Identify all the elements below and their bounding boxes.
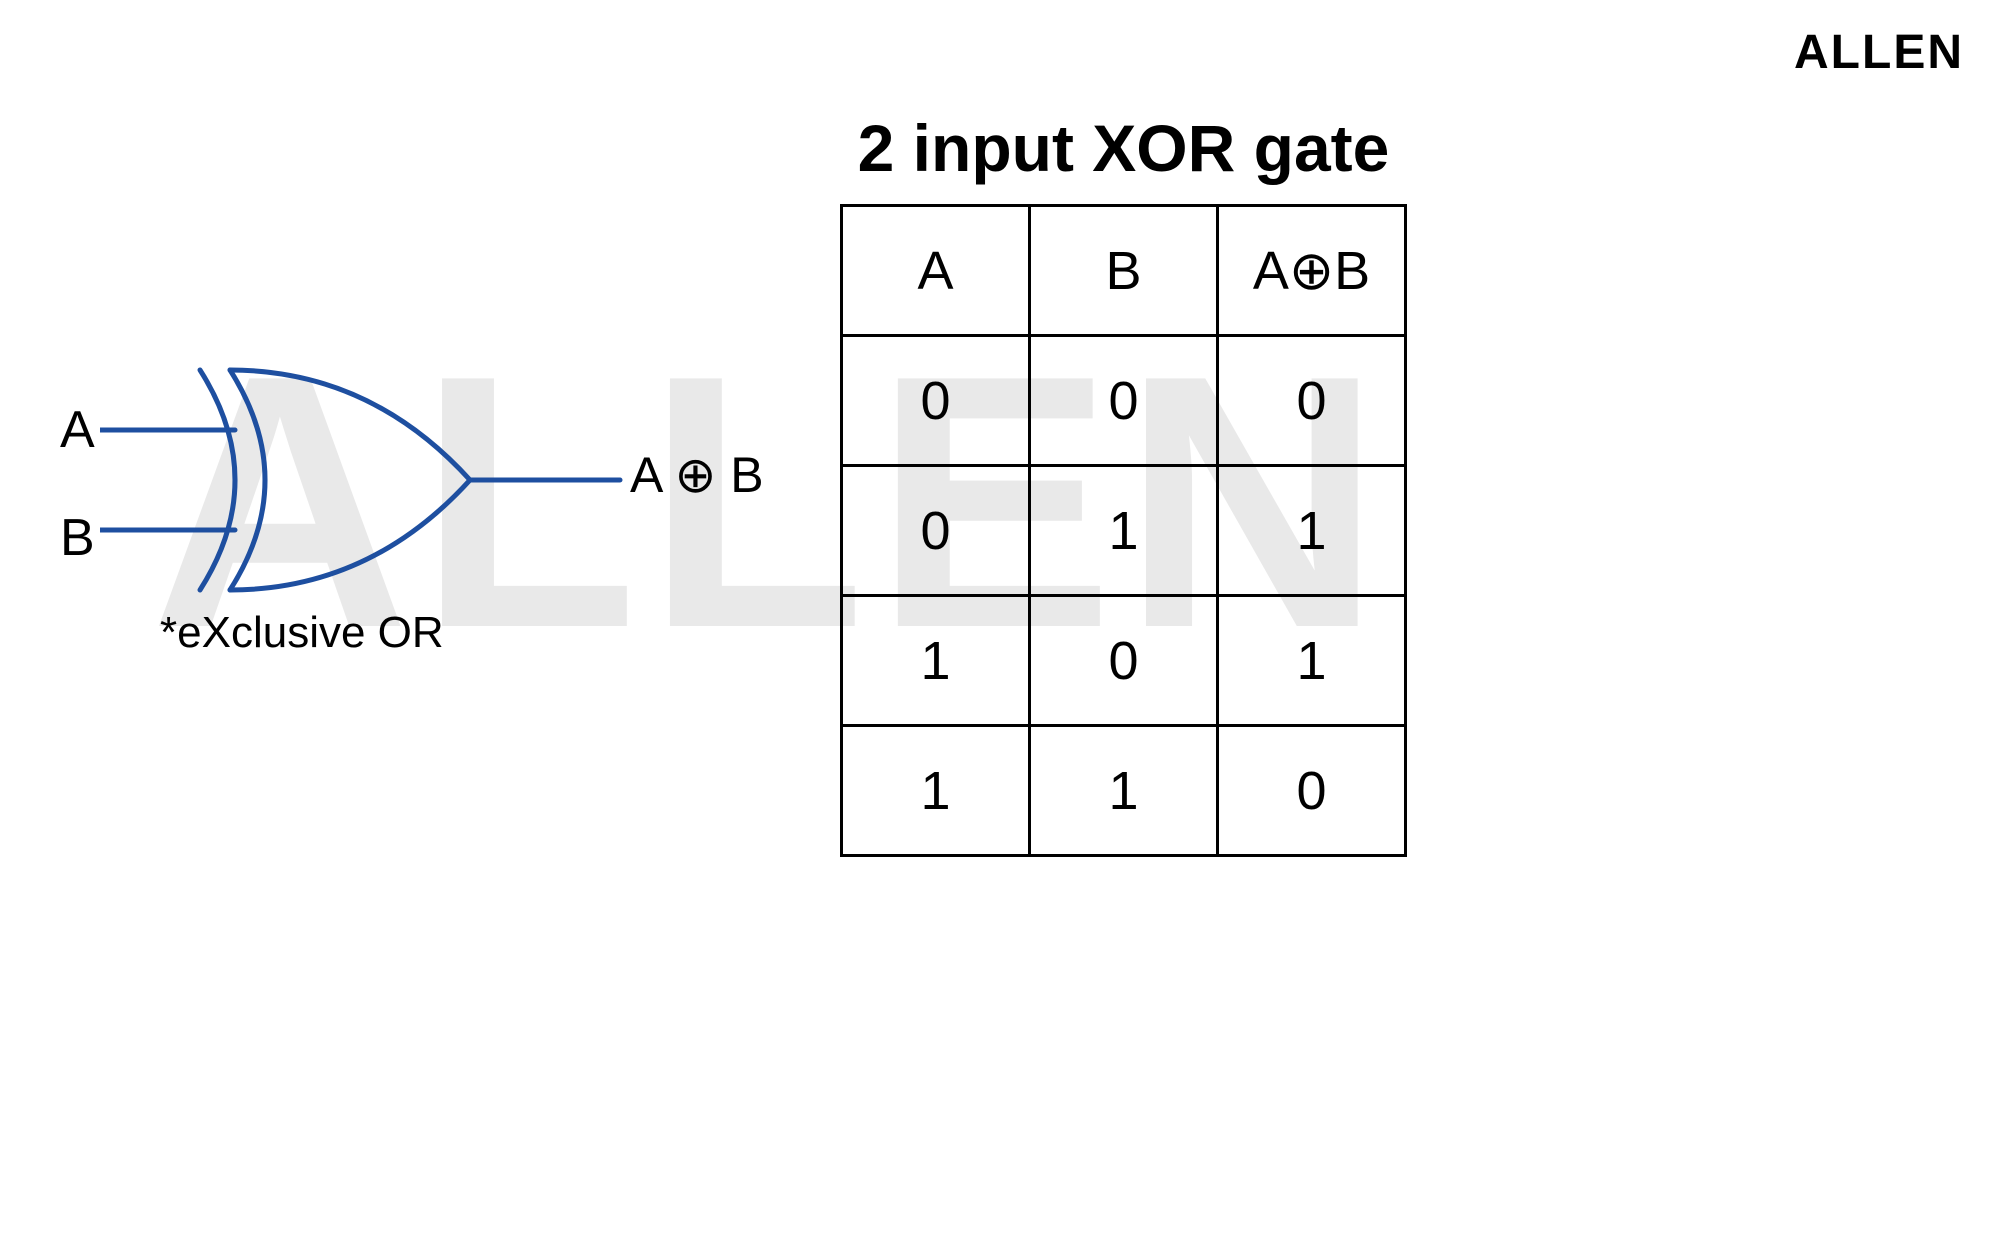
cell: 1 xyxy=(842,726,1030,856)
brand-logo-text: ALLEN xyxy=(1794,25,1964,80)
cell: 1 xyxy=(1218,466,1406,596)
cell: 0 xyxy=(1218,336,1406,466)
cell: 1 xyxy=(842,596,1030,726)
cell: 1 xyxy=(1218,596,1406,726)
table-row: 0 0 0 xyxy=(842,336,1406,466)
col-header-out: A⊕B xyxy=(1218,206,1406,336)
cell: 0 xyxy=(1218,726,1406,856)
output-label: A ⊕ B xyxy=(630,446,764,504)
table-title: 2 input XOR gate xyxy=(840,110,1407,186)
truth-table: A B A⊕B 0 0 0 0 1 1 1 0 1 1 1 xyxy=(840,204,1407,857)
cell: 0 xyxy=(842,466,1030,596)
cell: 0 xyxy=(842,336,1030,466)
table-row: 1 0 1 xyxy=(842,596,1406,726)
truth-table-section: 2 input XOR gate A B A⊕B 0 0 0 0 1 1 1 0 xyxy=(840,110,1407,857)
cell: 1 xyxy=(1030,466,1218,596)
diagram-caption: *eXclusive OR xyxy=(160,608,444,658)
xor-gate-diagram: A B A ⊕ B *eXclusive OR xyxy=(60,340,820,700)
table-row: 1 1 0 xyxy=(842,726,1406,856)
input-label-b: B xyxy=(60,508,95,568)
col-header-b: B xyxy=(1030,206,1218,336)
cell: 0 xyxy=(1030,596,1218,726)
cell: 1 xyxy=(1030,726,1218,856)
xor-gate-icon xyxy=(100,350,640,610)
col-header-a: A xyxy=(842,206,1030,336)
cell: 0 xyxy=(1030,336,1218,466)
input-label-a: A xyxy=(60,400,95,460)
table-row: 0 1 1 xyxy=(842,466,1406,596)
table-header-row: A B A⊕B xyxy=(842,206,1406,336)
